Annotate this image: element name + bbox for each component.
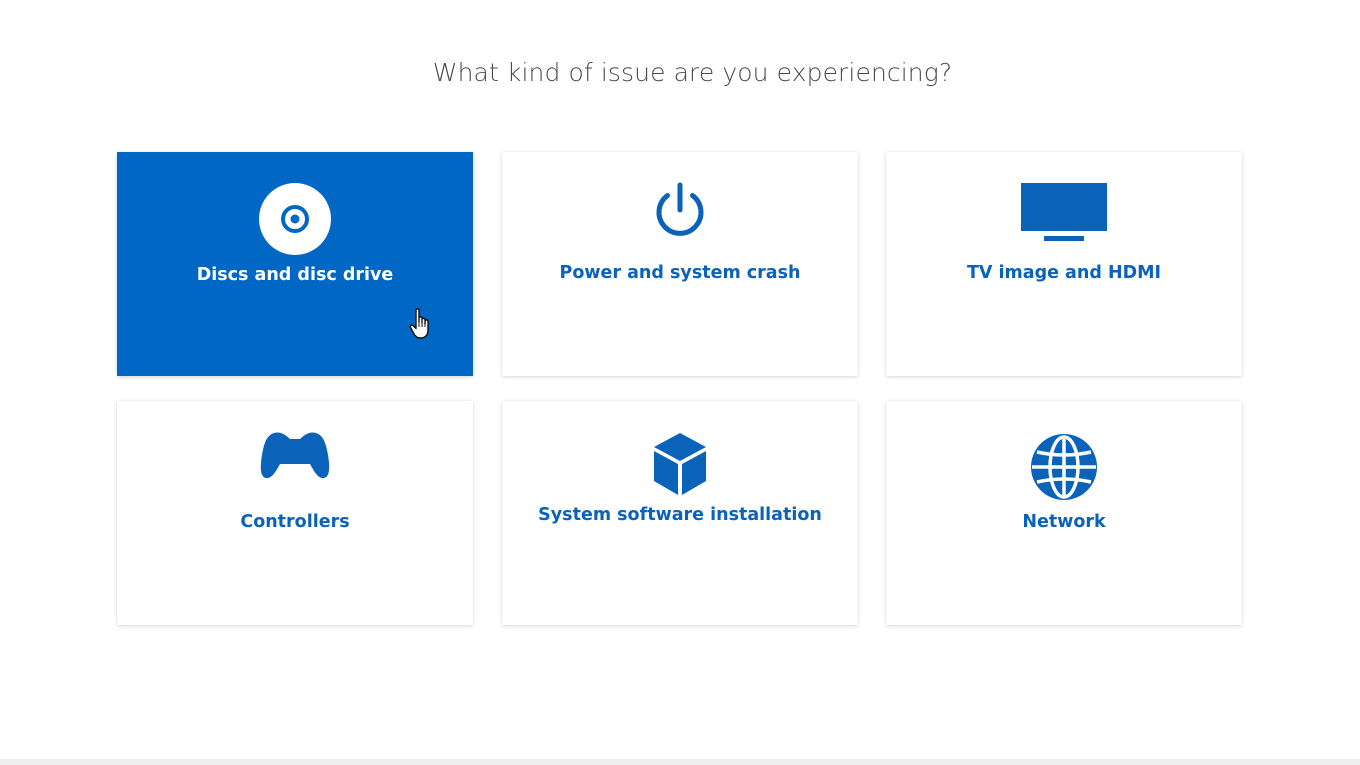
card-tv-image-and-hdmi[interactable]: TV image and HDMI — [886, 152, 1242, 376]
hand-cursor-icon — [409, 307, 435, 341]
issue-selector-page: What kind of issue are you experiencing?… — [0, 0, 1360, 765]
card-label: System software installation — [538, 505, 822, 525]
card-label: Discs and disc drive — [196, 265, 394, 285]
card-system-software-installation[interactable]: System software installation — [502, 401, 858, 625]
disc-icon — [117, 182, 473, 256]
card-power-and-system-crash[interactable]: Power and system crash — [502, 152, 858, 376]
card-label: Network — [1022, 512, 1106, 532]
globe-icon — [886, 431, 1242, 503]
tv-icon — [886, 183, 1242, 243]
card-label: Power and system crash — [559, 263, 801, 283]
cube-icon — [502, 431, 858, 497]
page-title: What kind of issue are you experiencing? — [432, 58, 953, 87]
card-discs-and-disc-drive[interactable]: Discs and disc drive — [117, 152, 473, 376]
power-icon — [502, 182, 858, 240]
bottom-divider — [0, 759, 1360, 765]
card-label: Controllers — [240, 512, 350, 532]
card-controllers[interactable]: Controllers — [117, 401, 473, 625]
card-network[interactable]: Network — [886, 401, 1242, 625]
card-label: TV image and HDMI — [966, 263, 1162, 283]
controller-icon — [117, 431, 473, 479]
